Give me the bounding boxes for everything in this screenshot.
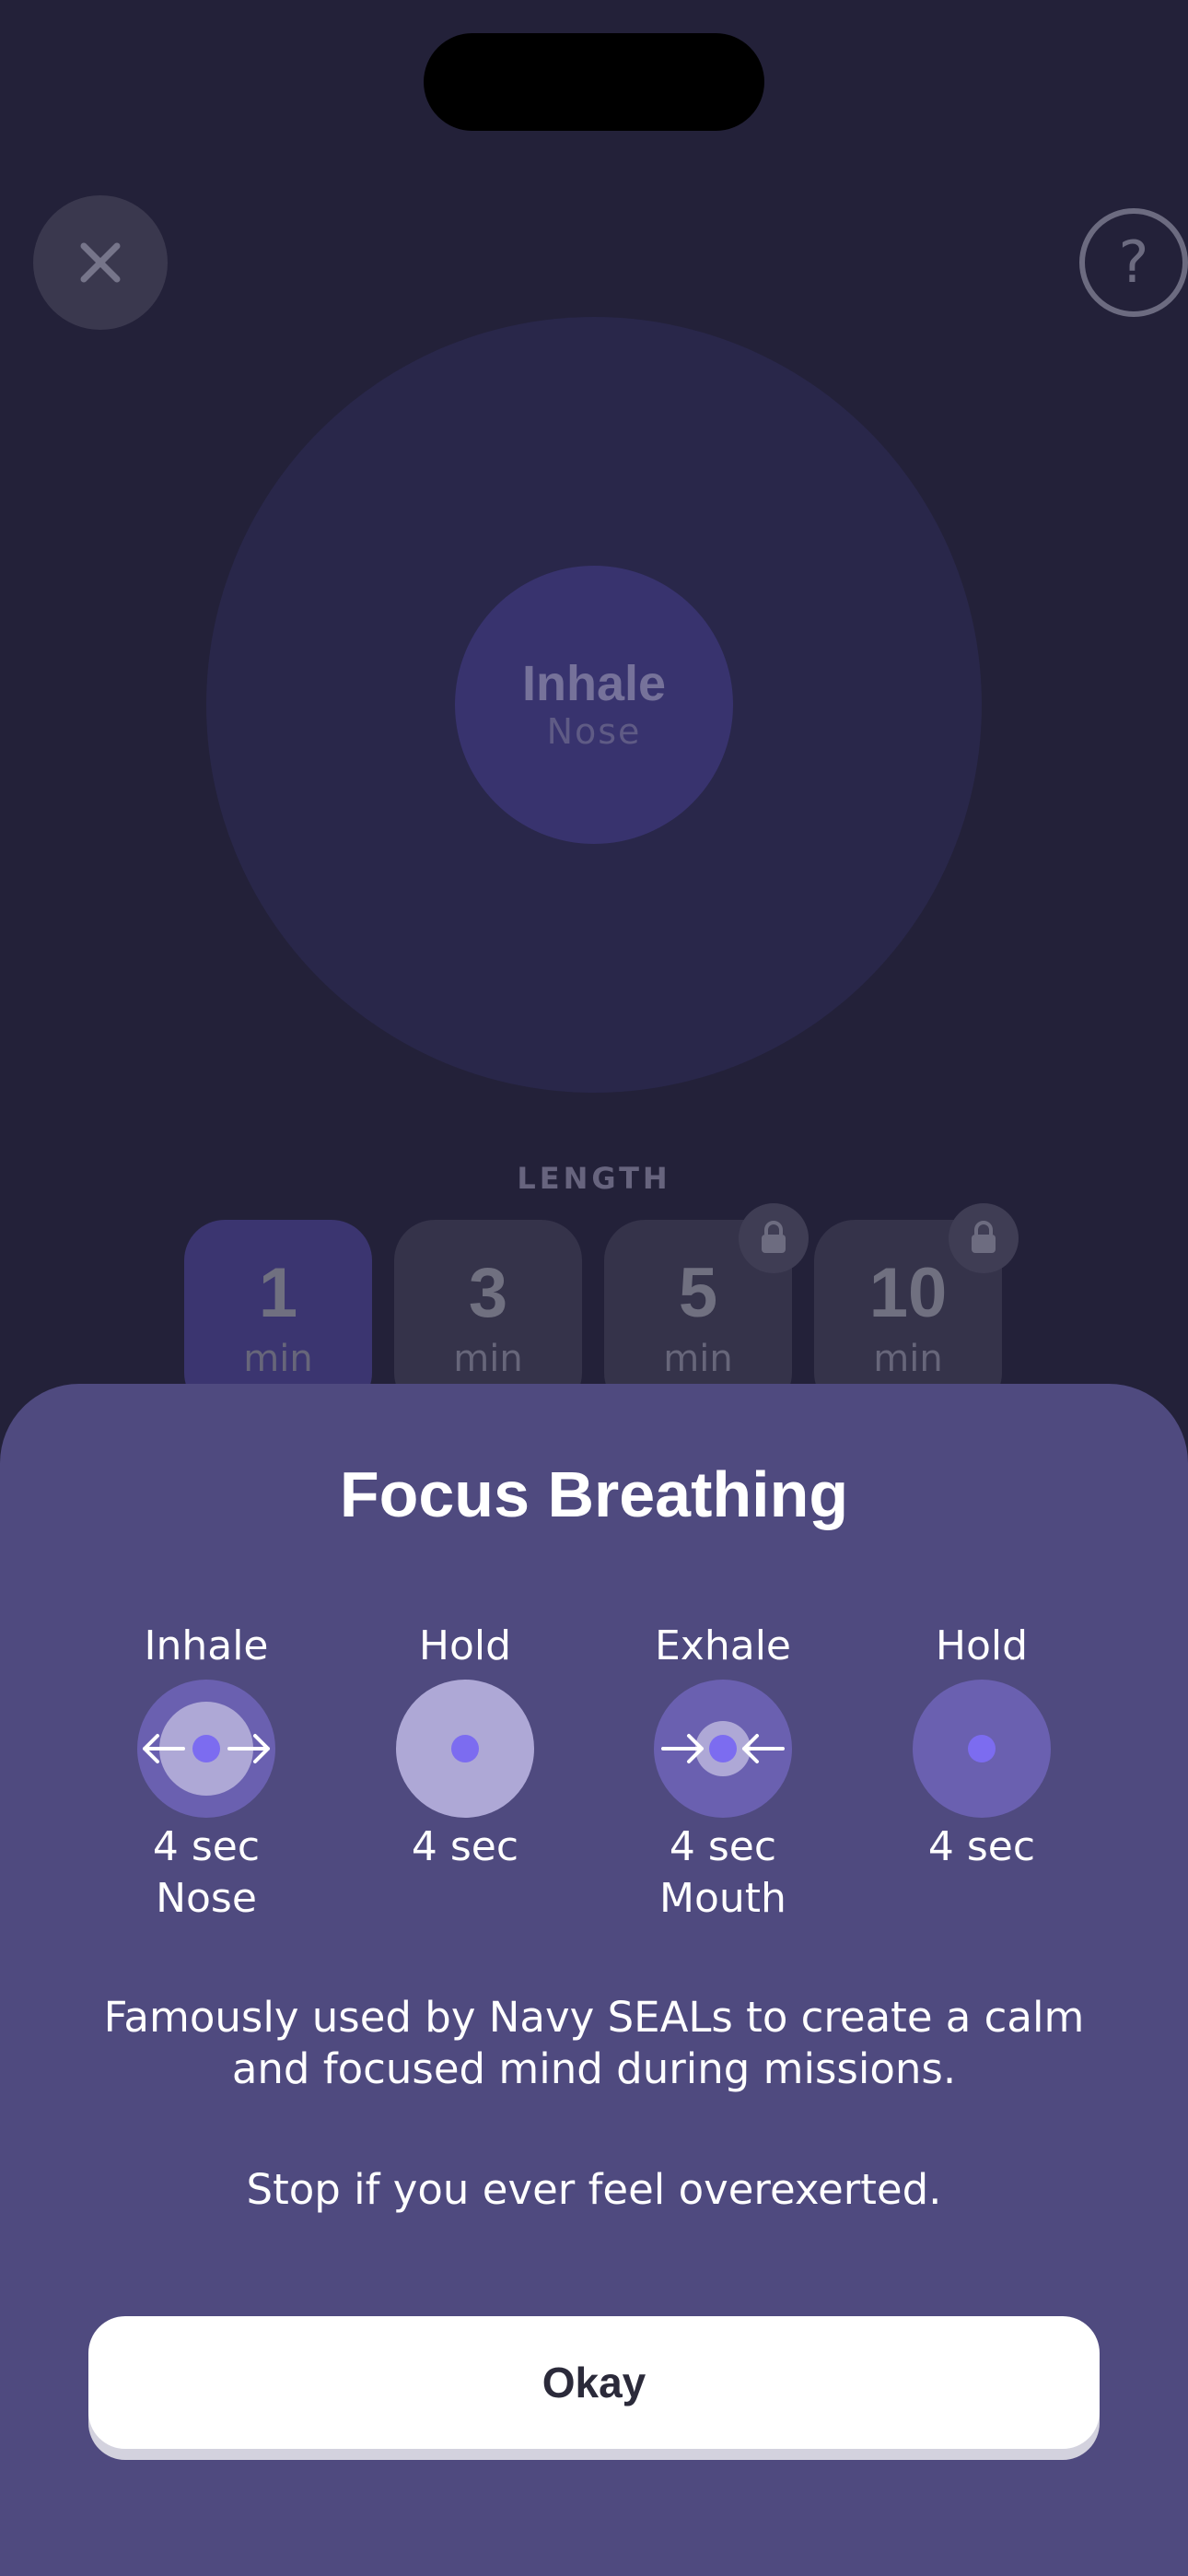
step-method: Nose: [156, 1875, 257, 1922]
step-duration: 4 sec: [669, 1823, 777, 1870]
step-exhale: Exhale 4 sec Mouth: [612, 1619, 833, 1925]
help-button[interactable]: ?: [1076, 205, 1188, 321]
lock-badge: [949, 1203, 1019, 1273]
breath-phase-label: Inhale: [521, 655, 667, 711]
lock-icon: [972, 1221, 996, 1253]
step-label: Inhale: [144, 1622, 269, 1669]
exhale-arrows-icon: [654, 1680, 792, 1818]
step-method: Mouth: [659, 1875, 786, 1922]
dynamic-island: [424, 33, 764, 131]
close-icon: [80, 242, 121, 283]
breath-method-label: Nose: [546, 710, 642, 752]
length-unit: min: [243, 1338, 313, 1380]
length-unit: min: [453, 1338, 523, 1380]
warning-text: Stop if you ever feel overexerted.: [246, 2165, 942, 2214]
length-value: 3: [468, 1254, 508, 1332]
step-hold-empty: Hold 4 sec: [871, 1619, 1092, 1873]
step-duration: 4 sec: [927, 1823, 1036, 1870]
help-icon: ?: [1079, 208, 1188, 317]
step-label: Hold: [418, 1622, 512, 1669]
lock-icon: [762, 1221, 786, 1253]
inhale-arrows-icon: [137, 1680, 275, 1818]
step-duration: 4 sec: [411, 1823, 519, 1870]
length-value: 1: [258, 1254, 298, 1332]
sheet-title: Focus Breathing: [339, 1458, 849, 1530]
hold-empty-icon: [913, 1680, 1051, 1818]
hold-full-icon: [396, 1680, 534, 1818]
step-label: Hold: [935, 1622, 1029, 1669]
lock-badge: [739, 1203, 809, 1273]
length-unit: min: [663, 1338, 733, 1380]
okay-button[interactable]: Okay: [88, 2316, 1100, 2449]
step-label: Exhale: [655, 1622, 791, 1669]
description-text: Famously used by Navy SEALs to create a …: [103, 1993, 1085, 2093]
breath-inner-circle: Inhale Nose: [455, 566, 733, 844]
length-unit: min: [873, 1338, 943, 1380]
info-sheet: Focus Breathing Inhale 4 sec Nose Hold 4…: [0, 1384, 1188, 2576]
help-glyph: ?: [1119, 228, 1149, 296]
step-hold-full: Hold 4 sec: [355, 1619, 576, 1873]
length-label: LENGTH: [517, 1161, 671, 1196]
close-button[interactable]: [33, 195, 168, 330]
step-inhale: Inhale 4 sec Nose: [96, 1619, 317, 1925]
step-duration: 4 sec: [152, 1823, 261, 1870]
